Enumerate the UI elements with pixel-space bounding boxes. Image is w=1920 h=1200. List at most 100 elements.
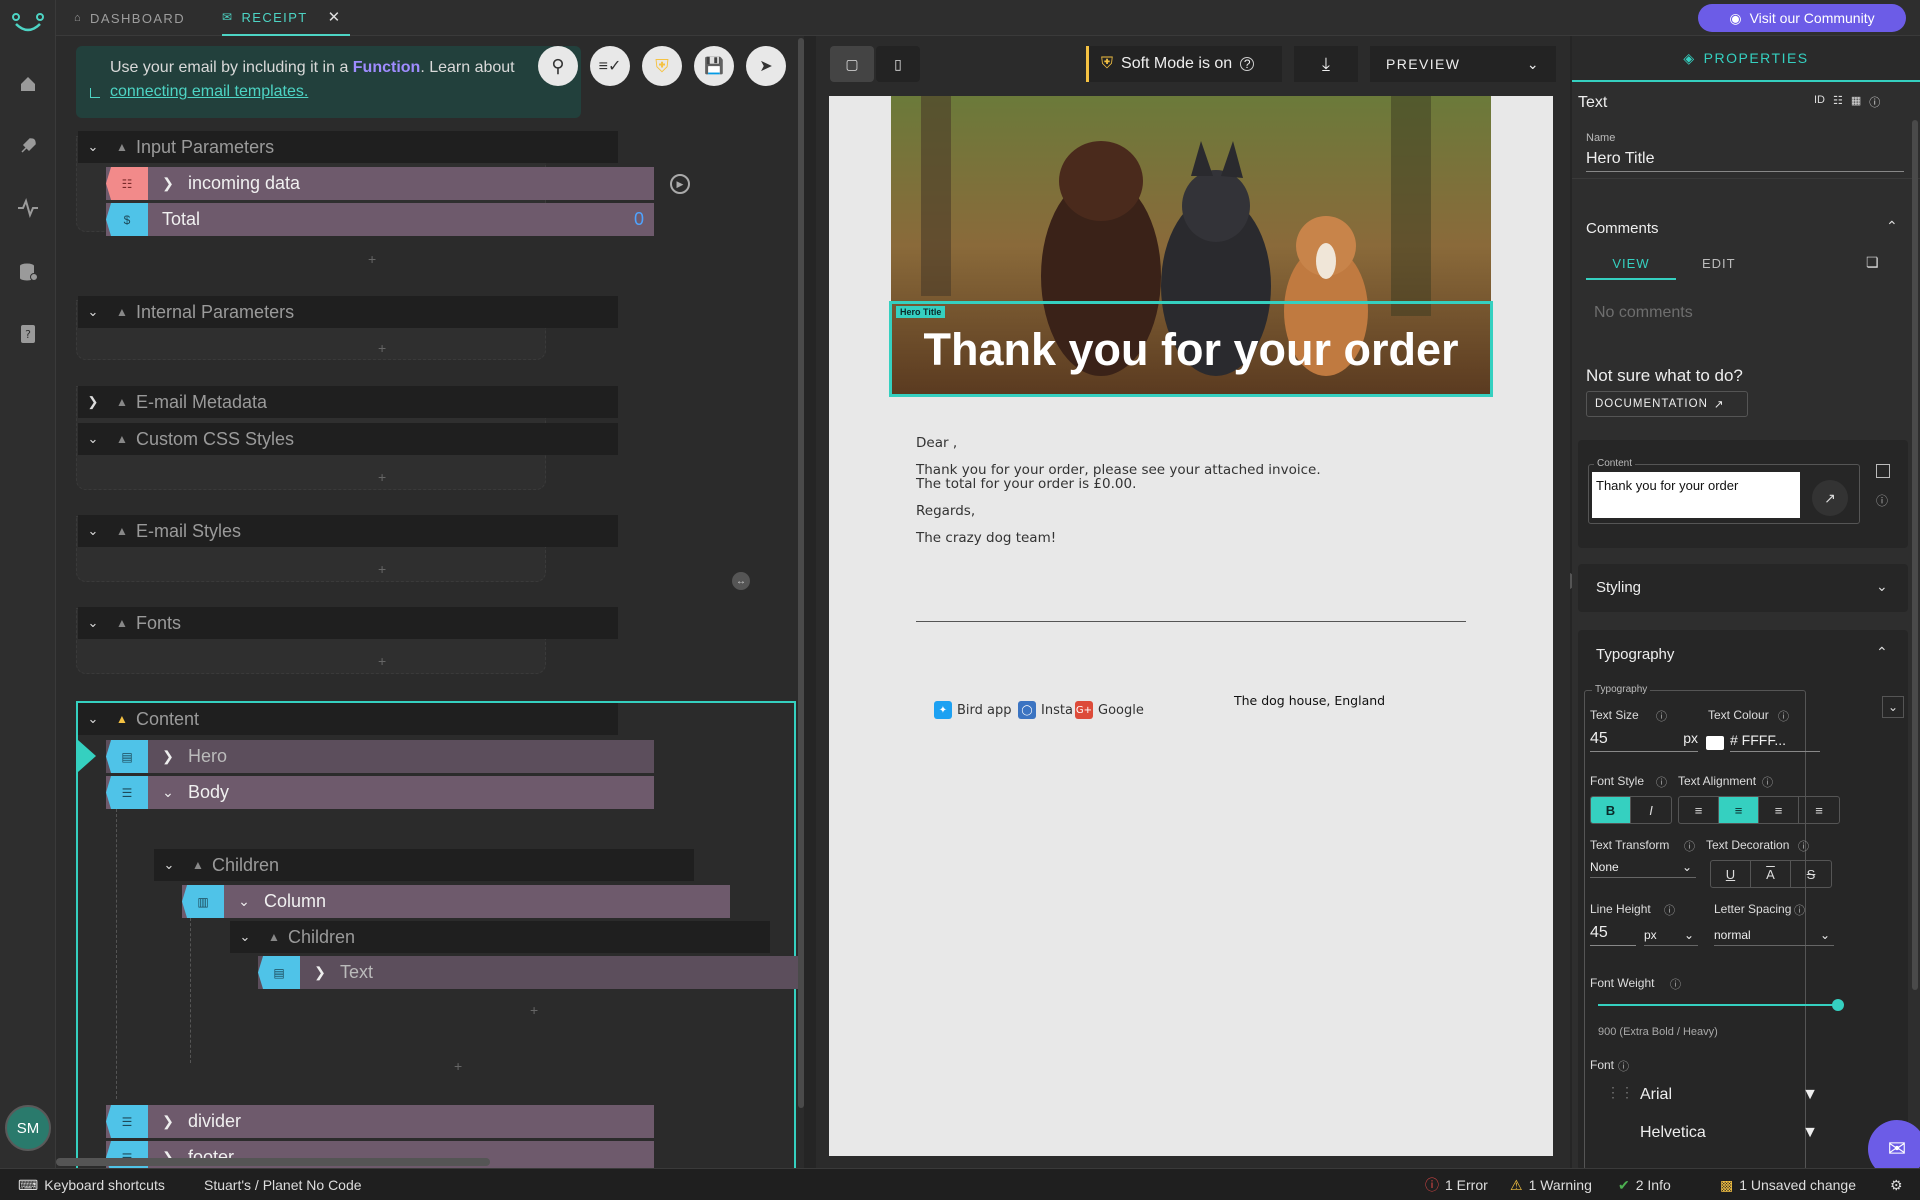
drag-handle-icon[interactable]: ⋮⋮ <box>1606 1084 1634 1101</box>
chevron-down-icon[interactable]: ⌄ <box>148 784 188 801</box>
font-weight-slider[interactable] <box>1598 999 1844 1011</box>
social-link-google[interactable]: G+ Google <box>1075 701 1144 719</box>
soft-mode-indicator[interactable]: ⛨ Soft Mode is on ? <box>1086 46 1282 82</box>
node-column[interactable]: ▥ ⌄ Column <box>182 885 730 918</box>
text-size-input[interactable]: 45 px <box>1590 730 1698 752</box>
zoom-button[interactable]: ⚲ <box>538 46 578 86</box>
validate-button[interactable]: ≡✓ <box>590 46 630 86</box>
id-icon[interactable]: ID <box>1814 94 1825 110</box>
add-icon[interactable]: + <box>378 653 386 669</box>
deploy-button[interactable]: ➤ <box>746 46 786 86</box>
social-link-twitter[interactable]: ✦ Bird app <box>934 701 1012 719</box>
node-total[interactable]: $ Total 0 <box>106 203 654 236</box>
line-height-unit-select[interactable]: px ⌄ <box>1644 928 1698 946</box>
tab-dashboard[interactable]: ⌂ DASHBOARD <box>74 0 185 36</box>
help-icon[interactable]: ⓘ <box>1876 492 1888 509</box>
group-input-parameters[interactable]: ⌄ ▲ Input Parameters <box>78 131 618 163</box>
font-select-2[interactable]: Helvetica ▼ <box>1640 1124 1822 1145</box>
help-icon[interactable]: ⓘ <box>1618 1058 1629 1074</box>
underline-icon[interactable]: U <box>1711 861 1751 887</box>
name-input[interactable]: Hero Title <box>1586 150 1904 172</box>
horizontal-scrollbar[interactable] <box>56 1158 490 1166</box>
help-icon[interactable]: ⓘ <box>1684 838 1695 854</box>
save-button[interactable]: 💾 <box>694 46 734 86</box>
checkbox[interactable] <box>1876 464 1890 478</box>
help-icon[interactable]: ⓘ <box>1869 94 1880 110</box>
strikethrough-icon[interactable]: S <box>1791 861 1831 887</box>
hero-title-selected[interactable]: Hero Title Thank you for your order <box>889 301 1493 397</box>
preview-mode-select[interactable]: PREVIEW ⌄ <box>1370 46 1556 82</box>
text-transform-select[interactable]: None ⌄ <box>1590 860 1696 878</box>
help-book-icon[interactable]: ? <box>14 320 42 348</box>
error-count[interactable]: ⓘ 1 Error <box>1425 1169 1488 1200</box>
play-icon[interactable]: ▶ <box>670 174 690 194</box>
properties-scrollbar[interactable] <box>1912 120 1918 990</box>
group-internal-parameters[interactable]: ⌄ ▲ Internal Parameters <box>78 296 618 328</box>
collapse-typography-icon[interactable]: ⌄ <box>1882 696 1904 718</box>
tree-preview-splitter[interactable]: ↔ <box>732 36 816 1168</box>
chevron-down-icon[interactable]: ⌄ <box>78 431 108 447</box>
social-link-instagram[interactable]: ◯ Insta <box>1018 701 1073 719</box>
activity-icon[interactable] <box>14 194 42 222</box>
connecting-templates-link[interactable]: connecting email templates. <box>110 83 308 100</box>
help-icon[interactable]: ⓘ <box>1778 708 1789 724</box>
align-right-icon[interactable]: ≡ <box>1799 797 1839 823</box>
chevron-right-icon[interactable]: ❯ <box>148 1113 188 1130</box>
unsaved-changes[interactable]: ▩ 1 Unsaved change <box>1720 1169 1856 1200</box>
add-icon[interactable]: + <box>454 1058 462 1074</box>
chevron-right-icon[interactable]: ❯ <box>78 394 108 410</box>
add-icon[interactable]: + <box>378 561 386 577</box>
add-icon[interactable]: + <box>378 340 386 356</box>
text-colour-input[interactable]: # FFFF... <box>1730 732 1820 752</box>
group-email-styles[interactable]: ⌄ ▲ E-mail Styles <box>78 515 618 547</box>
code-icon[interactable]: ▦ <box>1851 94 1861 110</box>
chevron-right-icon[interactable]: ❯ <box>148 175 188 192</box>
download-button[interactable]: ⤓ <box>1294 46 1358 82</box>
help-icon[interactable]: ⓘ <box>1664 902 1675 918</box>
keyboard-shortcuts-button[interactable]: ⌨ Keyboard shortcuts <box>18 1169 165 1200</box>
chevron-down-icon[interactable]: ⌄ <box>230 929 260 945</box>
node-hero[interactable]: ▤ ❯ Hero <box>106 740 654 773</box>
tab-edit-comments[interactable]: EDIT <box>1702 256 1736 271</box>
chevron-down-icon[interactable]: ⌄ <box>224 893 264 910</box>
group-email-metadata[interactable]: ❯ ▲ E-mail Metadata <box>78 386 618 418</box>
colour-swatch[interactable] <box>1706 736 1724 750</box>
chevron-right-icon[interactable]: ❯ <box>148 748 188 765</box>
properties-header[interactable]: ◈ PROPERTIES <box>1572 36 1920 82</box>
align-center-icon[interactable]: ≡ <box>1719 797 1759 823</box>
letter-spacing-select[interactable]: normal ⌄ <box>1714 928 1834 946</box>
content-textarea[interactable]: Thank you for your order <box>1592 472 1800 518</box>
resize-handle-icon[interactable]: ↔ <box>732 572 750 590</box>
chevron-up-icon[interactable]: ⌃ <box>1876 644 1888 661</box>
help-icon[interactable]: ⓘ <box>1794 902 1805 918</box>
add-icon[interactable]: + <box>530 1002 538 1018</box>
group-children[interactable]: ⌄ ▲ Children <box>154 849 694 881</box>
styling-section[interactable]: Styling ⌄ <box>1578 564 1908 612</box>
logo-icon[interactable] <box>10 10 46 34</box>
align-left-icon[interactable]: ≡ <box>1679 797 1719 823</box>
group-custom-css[interactable]: ⌄ ▲ Custom CSS Styles <box>78 423 618 455</box>
close-icon[interactable]: ✕ <box>328 8 342 26</box>
chevron-down-icon[interactable]: ⌄ <box>78 304 108 320</box>
chevron-right-icon[interactable]: ❯ <box>300 964 340 981</box>
help-icon[interactable]: ? <box>1240 57 1255 71</box>
node-incoming-data[interactable]: ☷ ❯ incoming data <box>106 167 654 200</box>
database-icon[interactable] <box>14 258 42 286</box>
chevron-down-icon[interactable]: ⌄ <box>78 711 108 727</box>
italic-icon[interactable]: I <box>1631 797 1671 823</box>
project-name[interactable]: Stuart's / Planet No Code <box>204 1169 362 1200</box>
bold-icon[interactable]: B <box>1591 797 1631 823</box>
visit-community-button[interactable]: ◉ Visit our Community <box>1698 4 1906 32</box>
chevron-down-icon[interactable]: ⌄ <box>154 857 184 873</box>
info-count[interactable]: ✔ 2 Info <box>1618 1169 1671 1200</box>
tab-receipt[interactable]: ✉ RECEIPT ✕ <box>222 0 350 36</box>
help-icon[interactable]: ⓘ <box>1656 708 1667 724</box>
chevron-up-icon[interactable]: ⌃ <box>1886 218 1898 235</box>
node-divider[interactable]: ☰ ❯ divider <box>106 1105 654 1138</box>
mobile-view-button[interactable]: ▯ <box>876 46 920 82</box>
chevron-down-icon[interactable]: ⌄ <box>78 523 108 539</box>
help-icon[interactable]: ⓘ <box>1762 774 1773 790</box>
desktop-view-button[interactable]: ▢ <box>830 46 874 82</box>
overline-icon[interactable]: A <box>1751 861 1791 887</box>
email-body-text[interactable]: Dear , Thank you for your order, please … <box>916 436 1476 558</box>
